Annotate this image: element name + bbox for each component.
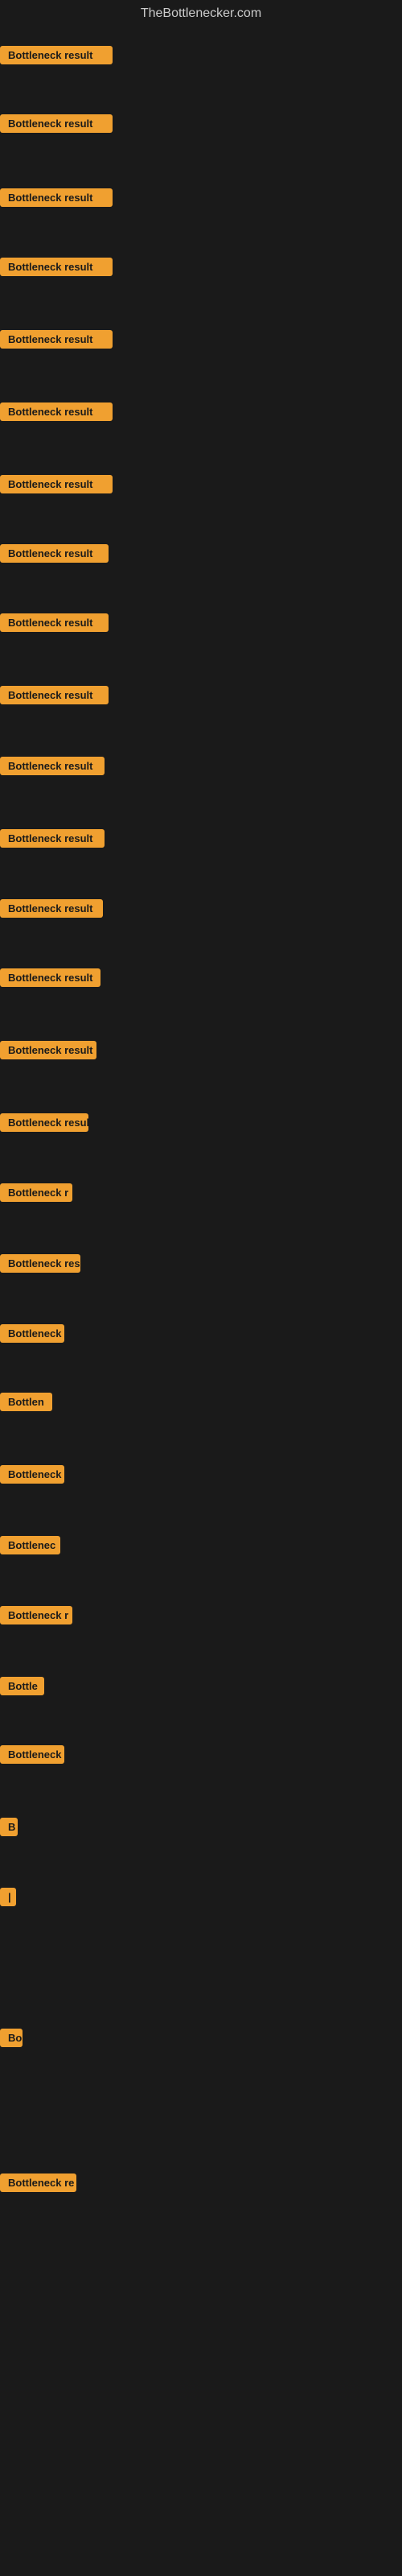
bottleneck-badge-21[interactable]: Bottleneck xyxy=(0,1465,64,1484)
bottleneck-item-18: Bottleneck resu xyxy=(0,1254,80,1277)
bottleneck-item-5: Bottleneck result xyxy=(0,330,113,353)
bottleneck-item-9: Bottleneck result xyxy=(0,613,109,636)
bottleneck-badge-17[interactable]: Bottleneck r xyxy=(0,1183,72,1202)
bottleneck-item-24: Bottle xyxy=(0,1677,44,1699)
bottleneck-badge-22[interactable]: Bottlenec xyxy=(0,1536,60,1554)
bottleneck-badge-25[interactable]: Bottleneck xyxy=(0,1745,64,1764)
bottleneck-item-23: Bottleneck r xyxy=(0,1606,72,1629)
bottleneck-item-10: Bottleneck result xyxy=(0,686,109,708)
bottleneck-item-3: Bottleneck result xyxy=(0,188,113,211)
bottleneck-item-27: | xyxy=(0,1888,16,1910)
bottleneck-item-6: Bottleneck result xyxy=(0,402,113,425)
bottleneck-badge-15[interactable]: Bottleneck result xyxy=(0,1041,96,1059)
bottleneck-item-12: Bottleneck result xyxy=(0,829,105,852)
bottleneck-item-28: Bo xyxy=(0,2029,23,2051)
bottleneck-badge-10[interactable]: Bottleneck result xyxy=(0,686,109,704)
bottleneck-badge-23[interactable]: Bottleneck r xyxy=(0,1606,72,1624)
bottleneck-badge-18[interactable]: Bottleneck resu xyxy=(0,1254,80,1273)
bottleneck-badge-4[interactable]: Bottleneck result xyxy=(0,258,113,276)
bottleneck-item-1: Bottleneck result xyxy=(0,46,113,68)
bottleneck-item-7: Bottleneck result xyxy=(0,475,113,497)
bottleneck-item-22: Bottlenec xyxy=(0,1536,60,1558)
bottleneck-item-16: Bottleneck result xyxy=(0,1113,88,1136)
bottleneck-item-4: Bottleneck result xyxy=(0,258,113,280)
bottleneck-badge-26[interactable]: B xyxy=(0,1818,18,1836)
bottleneck-item-8: Bottleneck result xyxy=(0,544,109,567)
bottleneck-item-25: Bottleneck xyxy=(0,1745,64,1768)
bottleneck-badge-24[interactable]: Bottle xyxy=(0,1677,44,1695)
bottleneck-badge-14[interactable]: Bottleneck result xyxy=(0,968,100,987)
bottleneck-badge-13[interactable]: Bottleneck result xyxy=(0,899,103,918)
bottleneck-badge-12[interactable]: Bottleneck result xyxy=(0,829,105,848)
bottleneck-item-19: Bottleneck xyxy=(0,1324,64,1347)
bottleneck-badge-9[interactable]: Bottleneck result xyxy=(0,613,109,632)
bottleneck-item-11: Bottleneck result xyxy=(0,757,105,779)
bottleneck-badge-11[interactable]: Bottleneck result xyxy=(0,757,105,775)
bottleneck-badge-3[interactable]: Bottleneck result xyxy=(0,188,113,207)
bottleneck-badge-20[interactable]: Bottlen xyxy=(0,1393,52,1411)
bottleneck-badge-6[interactable]: Bottleneck result xyxy=(0,402,113,421)
bottleneck-badge-8[interactable]: Bottleneck result xyxy=(0,544,109,563)
bottleneck-item-2: Bottleneck result xyxy=(0,114,113,137)
bottleneck-item-29: Bottleneck re xyxy=(0,2174,76,2196)
site-title: TheBottlenecker.com xyxy=(0,0,402,27)
bottleneck-badge-1[interactable]: Bottleneck result xyxy=(0,46,113,64)
bottleneck-item-26: B xyxy=(0,1818,18,1840)
bottleneck-item-15: Bottleneck result xyxy=(0,1041,96,1063)
bottleneck-item-21: Bottleneck xyxy=(0,1465,64,1488)
bottleneck-badge-28[interactable]: Bo xyxy=(0,2029,23,2047)
bottleneck-badge-16[interactable]: Bottleneck result xyxy=(0,1113,88,1132)
bottleneck-item-17: Bottleneck r xyxy=(0,1183,72,1206)
bottleneck-badge-2[interactable]: Bottleneck result xyxy=(0,114,113,133)
bottleneck-badge-29[interactable]: Bottleneck re xyxy=(0,2174,76,2192)
bottleneck-badge-27[interactable]: | xyxy=(0,1888,16,1906)
bottleneck-badge-19[interactable]: Bottleneck xyxy=(0,1324,64,1343)
bottleneck-item-14: Bottleneck result xyxy=(0,968,100,991)
bottleneck-item-13: Bottleneck result xyxy=(0,899,103,922)
bottleneck-badge-5[interactable]: Bottleneck result xyxy=(0,330,113,349)
bottleneck-badge-7[interactable]: Bottleneck result xyxy=(0,475,113,493)
bottleneck-item-20: Bottlen xyxy=(0,1393,52,1415)
